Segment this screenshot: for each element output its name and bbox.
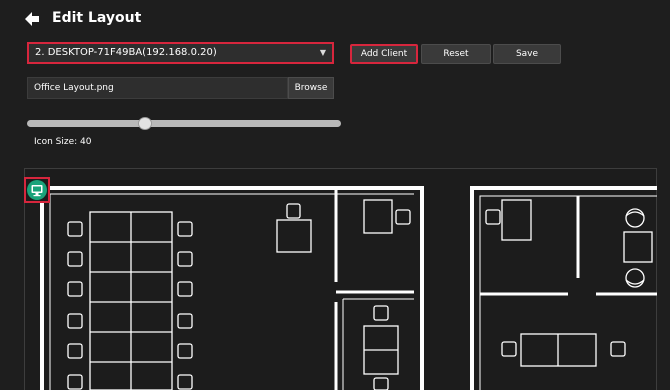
monitor-client-icon <box>27 180 47 200</box>
page-title: Edit Layout <box>52 10 142 26</box>
floor-plan-image <box>40 186 657 390</box>
reset-button[interactable]: Reset <box>421 44 491 64</box>
browse-button[interactable]: Browse <box>288 77 334 99</box>
client-select-value: 2. DESKTOP-71F49BA(192.168.0.20) <box>35 47 217 58</box>
add-client-button[interactable]: Add Client <box>350 44 418 64</box>
icon-size-slider-handle[interactable] <box>138 117 152 130</box>
client-select[interactable]: 2. DESKTOP-71F49BA(192.168.0.20) ▼ <box>27 42 334 64</box>
layout-file-field[interactable]: Office Layout.png <box>27 77 288 99</box>
placed-client-icon[interactable] <box>24 177 50 203</box>
caret-down-icon: ▼ <box>319 48 326 57</box>
arrow-left-icon[interactable] <box>24 11 40 27</box>
icon-size-label: Icon Size: 40 <box>34 137 92 147</box>
icon-size-slider[interactable] <box>27 120 341 127</box>
header-bar: Edit Layout <box>0 0 670 40</box>
save-button[interactable]: Save <box>493 44 561 64</box>
